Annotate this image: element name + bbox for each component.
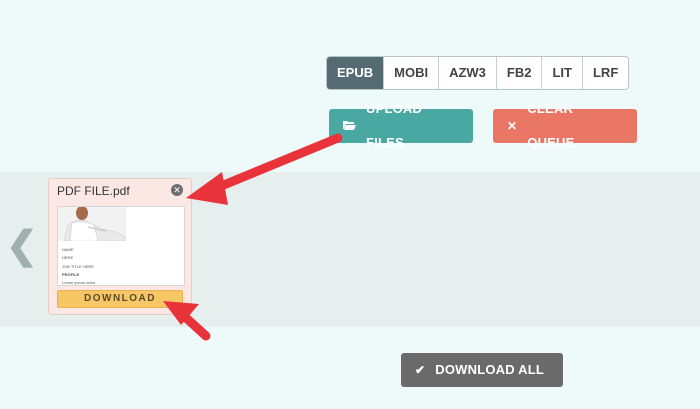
download-all-button[interactable]: ✔ DOWNLOAD ALL bbox=[401, 353, 563, 387]
clear-queue-button[interactable]: ✕ CLEAR QUEUE bbox=[493, 101, 637, 150]
file-thumbnail: NAME HERE JOB TITLE HERE PROFILE Lorem i… bbox=[57, 206, 185, 286]
thumb-line: NAME bbox=[62, 247, 74, 252]
tab-fb2[interactable]: FB2 bbox=[497, 57, 543, 89]
x-icon: ✕ bbox=[507, 119, 518, 133]
chevron-left-icon[interactable]: ❮ bbox=[6, 226, 38, 266]
tab-epub[interactable]: EPUB bbox=[327, 57, 385, 89]
thumb-line: JOB TITLE HERE bbox=[62, 264, 94, 269]
upload-files-label: UPLOAD FILES bbox=[366, 101, 423, 150]
close-circle-icon[interactable]: ✕ bbox=[171, 184, 183, 196]
file-card: PDF FILE.pdf ✕ NAME HERE JOB TITLE HERE … bbox=[48, 178, 192, 315]
tab-lrf[interactable]: LRF bbox=[583, 57, 628, 89]
clear-queue-label: CLEAR QUEUE bbox=[527, 101, 575, 150]
thumbnail-photo bbox=[58, 207, 126, 241]
download-button[interactable]: DOWNLOAD bbox=[57, 290, 183, 308]
file-name: PDF FILE.pdf bbox=[57, 184, 130, 198]
tab-lit[interactable]: LIT bbox=[542, 57, 583, 89]
tab-azw3[interactable]: AZW3 bbox=[439, 57, 497, 89]
format-tabs: EPUB MOBI AZW3 FB2 LIT LRF bbox=[326, 56, 630, 90]
checkmark-icon: ✔ bbox=[415, 363, 426, 377]
upload-files-button[interactable]: UPLOAD FILES bbox=[329, 101, 473, 150]
folder-open-icon bbox=[343, 109, 356, 143]
download-all-label: DOWNLOAD ALL bbox=[435, 362, 545, 377]
thumb-line: Lorem ipsum dolor bbox=[62, 280, 96, 285]
thumb-line: HERE bbox=[62, 255, 74, 260]
thumb-line: PROFILE bbox=[62, 272, 80, 277]
tab-mobi[interactable]: MOBI bbox=[384, 57, 440, 89]
